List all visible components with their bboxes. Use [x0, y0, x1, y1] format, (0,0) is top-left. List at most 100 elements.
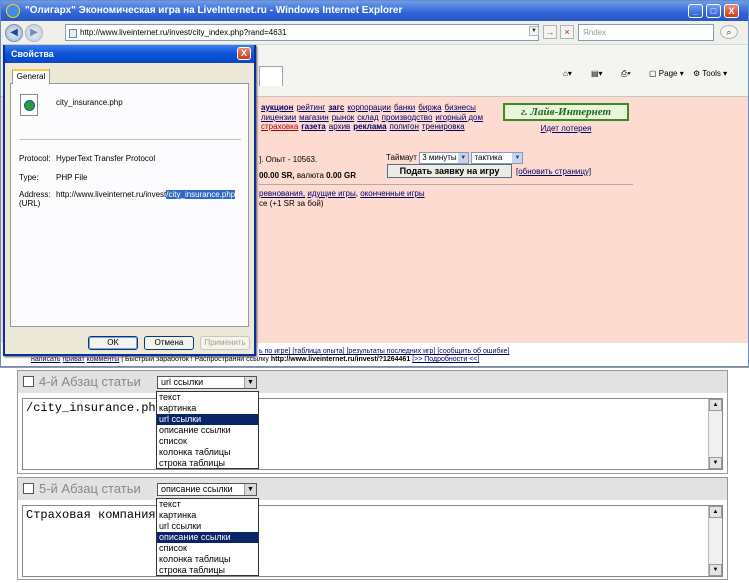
scroll-down-icon[interactable]: ▼	[709, 457, 722, 469]
referral-url: http://www.liveinternet.ru/invest/?12644…	[270, 356, 411, 363]
scroll-up-icon[interactable]: ▲	[709, 506, 722, 518]
paragraph-textarea[interactable]: Страховая компания ▲ ▼	[22, 505, 723, 577]
paragraph-block-4: 4-й Абзац статьи url ссылки ▼ /city_insu…	[17, 370, 728, 474]
timeout-select-value: 3 минуты	[422, 153, 457, 162]
menu-polygon[interactable]: полигон	[390, 122, 419, 131]
search-icon[interactable]: ⌕	[720, 25, 738, 39]
lottery-link[interactable]: Идет лотерея	[503, 124, 629, 133]
menu-banks[interactable]: банки	[394, 103, 415, 112]
write-link[interactable]: написать	[31, 356, 61, 363]
finished-games-link[interactable]: оконченные игры	[360, 189, 424, 198]
paragraph-textarea[interactable]: /city_insurance.php ▲ ▼	[22, 398, 723, 470]
option-list[interactable]: список	[157, 543, 258, 554]
url-dropdown-arrow[interactable]: ▼	[529, 26, 539, 36]
menu-zags[interactable]: загс	[328, 103, 344, 112]
dropdown-arrow-icon: ▼	[512, 153, 523, 163]
menu-rating[interactable]: рейтинг	[296, 103, 325, 112]
menu-licenses[interactable]: лицензии	[261, 113, 296, 122]
checkbox-icon[interactable]	[23, 483, 34, 494]
address-label-url: (URL)	[19, 199, 41, 208]
option-url[interactable]: url ссылки	[157, 414, 258, 425]
page-menu[interactable]: ▢ Page ▾	[649, 69, 684, 78]
option-link-description[interactable]: описание ссылки	[157, 425, 258, 436]
apply-button[interactable]: Применить	[200, 336, 250, 350]
dropdown-arrow-icon: ▼	[244, 484, 256, 495]
menu-newspaper[interactable]: газета	[301, 122, 325, 131]
option-url[interactable]: url ссылки	[157, 521, 258, 532]
type-select[interactable]: описание ссылки ▼	[157, 483, 257, 496]
rss-icon[interactable]: ▤▾	[591, 69, 603, 78]
menu-production[interactable]: производство	[382, 113, 433, 122]
cancel-button[interactable]: Отмена	[144, 336, 194, 350]
option-text[interactable]: текст	[157, 499, 258, 510]
url-field[interactable]: http://www.liveinternet.ru/invest/city_i…	[65, 24, 539, 41]
title-bar: "Олигарх" Экономическая игра на LiveInte…	[1, 1, 748, 21]
menu-advertising[interactable]: реклама	[353, 122, 386, 131]
scrollbar[interactable]: ▲ ▼	[708, 506, 722, 576]
option-table-row[interactable]: строка таблицы	[157, 458, 258, 469]
competitions-link[interactable]: ревнования,	[259, 189, 305, 198]
option-table-row[interactable]: строка таблицы	[157, 565, 258, 576]
option-table-column[interactable]: колонка таблицы	[157, 554, 258, 565]
comments-link[interactable]: комменты	[87, 356, 120, 363]
tools-menu[interactable]: ⚙ Tools ▾	[693, 69, 727, 78]
home-icon[interactable]: ⌂▾	[563, 69, 572, 78]
option-link-description[interactable]: описание ссылки	[157, 532, 258, 543]
forward-icon[interactable]: ▶	[25, 24, 43, 42]
browser-window: "Олигарх" Экономическая игра на LiveInte…	[0, 0, 749, 367]
scrollbar[interactable]: ▲ ▼	[708, 399, 722, 469]
ok-button[interactable]: OK	[88, 336, 138, 350]
scroll-up-icon[interactable]: ▲	[709, 399, 722, 411]
menu-warehouse[interactable]: склад	[357, 113, 378, 122]
option-list[interactable]: список	[157, 436, 258, 447]
checkbox-icon[interactable]	[23, 376, 34, 387]
maximize-button[interactable]: □	[706, 4, 721, 18]
protocol-value: HyperText Transfer Protocol	[56, 154, 156, 163]
city-banner[interactable]: г. Лайв-Интернет	[503, 103, 629, 121]
print-icon[interactable]: ⎙▾	[621, 69, 631, 79]
menu-corporations[interactable]: корпорации	[347, 103, 391, 112]
file-name: city_insurance.php	[56, 98, 123, 107]
search-input[interactable]: Яndex	[578, 24, 714, 41]
menu-insurance[interactable]: страховка	[261, 122, 298, 131]
close-button[interactable]: X	[724, 4, 739, 18]
general-panel: city_insurance.php Protocol: HyperText T…	[10, 83, 249, 327]
option-image[interactable]: картинка	[157, 403, 258, 414]
browser-tab[interactable]	[259, 66, 283, 86]
tab-general[interactable]: General	[12, 69, 50, 84]
scroll-down-icon[interactable]: ▼	[709, 564, 722, 576]
divider	[259, 184, 633, 185]
option-text[interactable]: текст	[157, 392, 258, 403]
option-table-column[interactable]: колонка таблицы	[157, 447, 258, 458]
refresh-icon[interactable]: →	[543, 25, 557, 39]
option-image[interactable]: картинка	[157, 510, 258, 521]
menu-exchange[interactable]: биржа	[418, 103, 441, 112]
timeout-select[interactable]: 3 минуты ▼	[419, 152, 470, 164]
address-label: Address:	[19, 190, 51, 199]
type-select[interactable]: url ссылки ▼	[157, 376, 257, 389]
menu-businesses[interactable]: бизнесы	[445, 103, 476, 112]
minimize-button[interactable]: _	[688, 4, 703, 18]
footer-links[interactable]: ь по игре] [таблица опыта] [результаты п…	[259, 348, 509, 355]
stop-icon[interactable]: ×	[560, 25, 574, 39]
games-separator: ,	[355, 189, 358, 198]
details-link[interactable]: [>> Подробности <<]	[412, 356, 479, 363]
address-value[interactable]: http://www.liveinternet.ru/invest/city_i…	[56, 190, 236, 199]
dialog-divider	[20, 139, 241, 140]
menu-training[interactable]: тренировка	[422, 122, 465, 131]
type-select-value: описание ссылки	[161, 484, 233, 494]
menu-shop[interactable]: магазин	[299, 113, 329, 122]
tactic-select[interactable]: тактика ▼	[471, 152, 524, 164]
menu-casino[interactable]: игорный дом	[435, 113, 483, 122]
dialog-close-button[interactable]: X	[237, 47, 251, 60]
ongoing-games-link[interactable]: идущие игры	[307, 189, 355, 198]
private-link[interactable]: приват	[63, 356, 85, 363]
menu-market[interactable]: рынок	[332, 113, 355, 122]
menu-auction[interactable]: аукцион	[261, 103, 293, 112]
games-links: ревнования, идущие игры, оконченные игры	[259, 189, 425, 198]
currency-value: 0.00 GR	[326, 171, 356, 180]
apply-game-button[interactable]: Подать заявку на игру	[387, 164, 512, 178]
refresh-page-link[interactable]: [обновить страницу]	[516, 167, 591, 176]
back-icon[interactable]: ◀	[5, 24, 23, 42]
menu-archive[interactable]: архив	[329, 122, 351, 131]
